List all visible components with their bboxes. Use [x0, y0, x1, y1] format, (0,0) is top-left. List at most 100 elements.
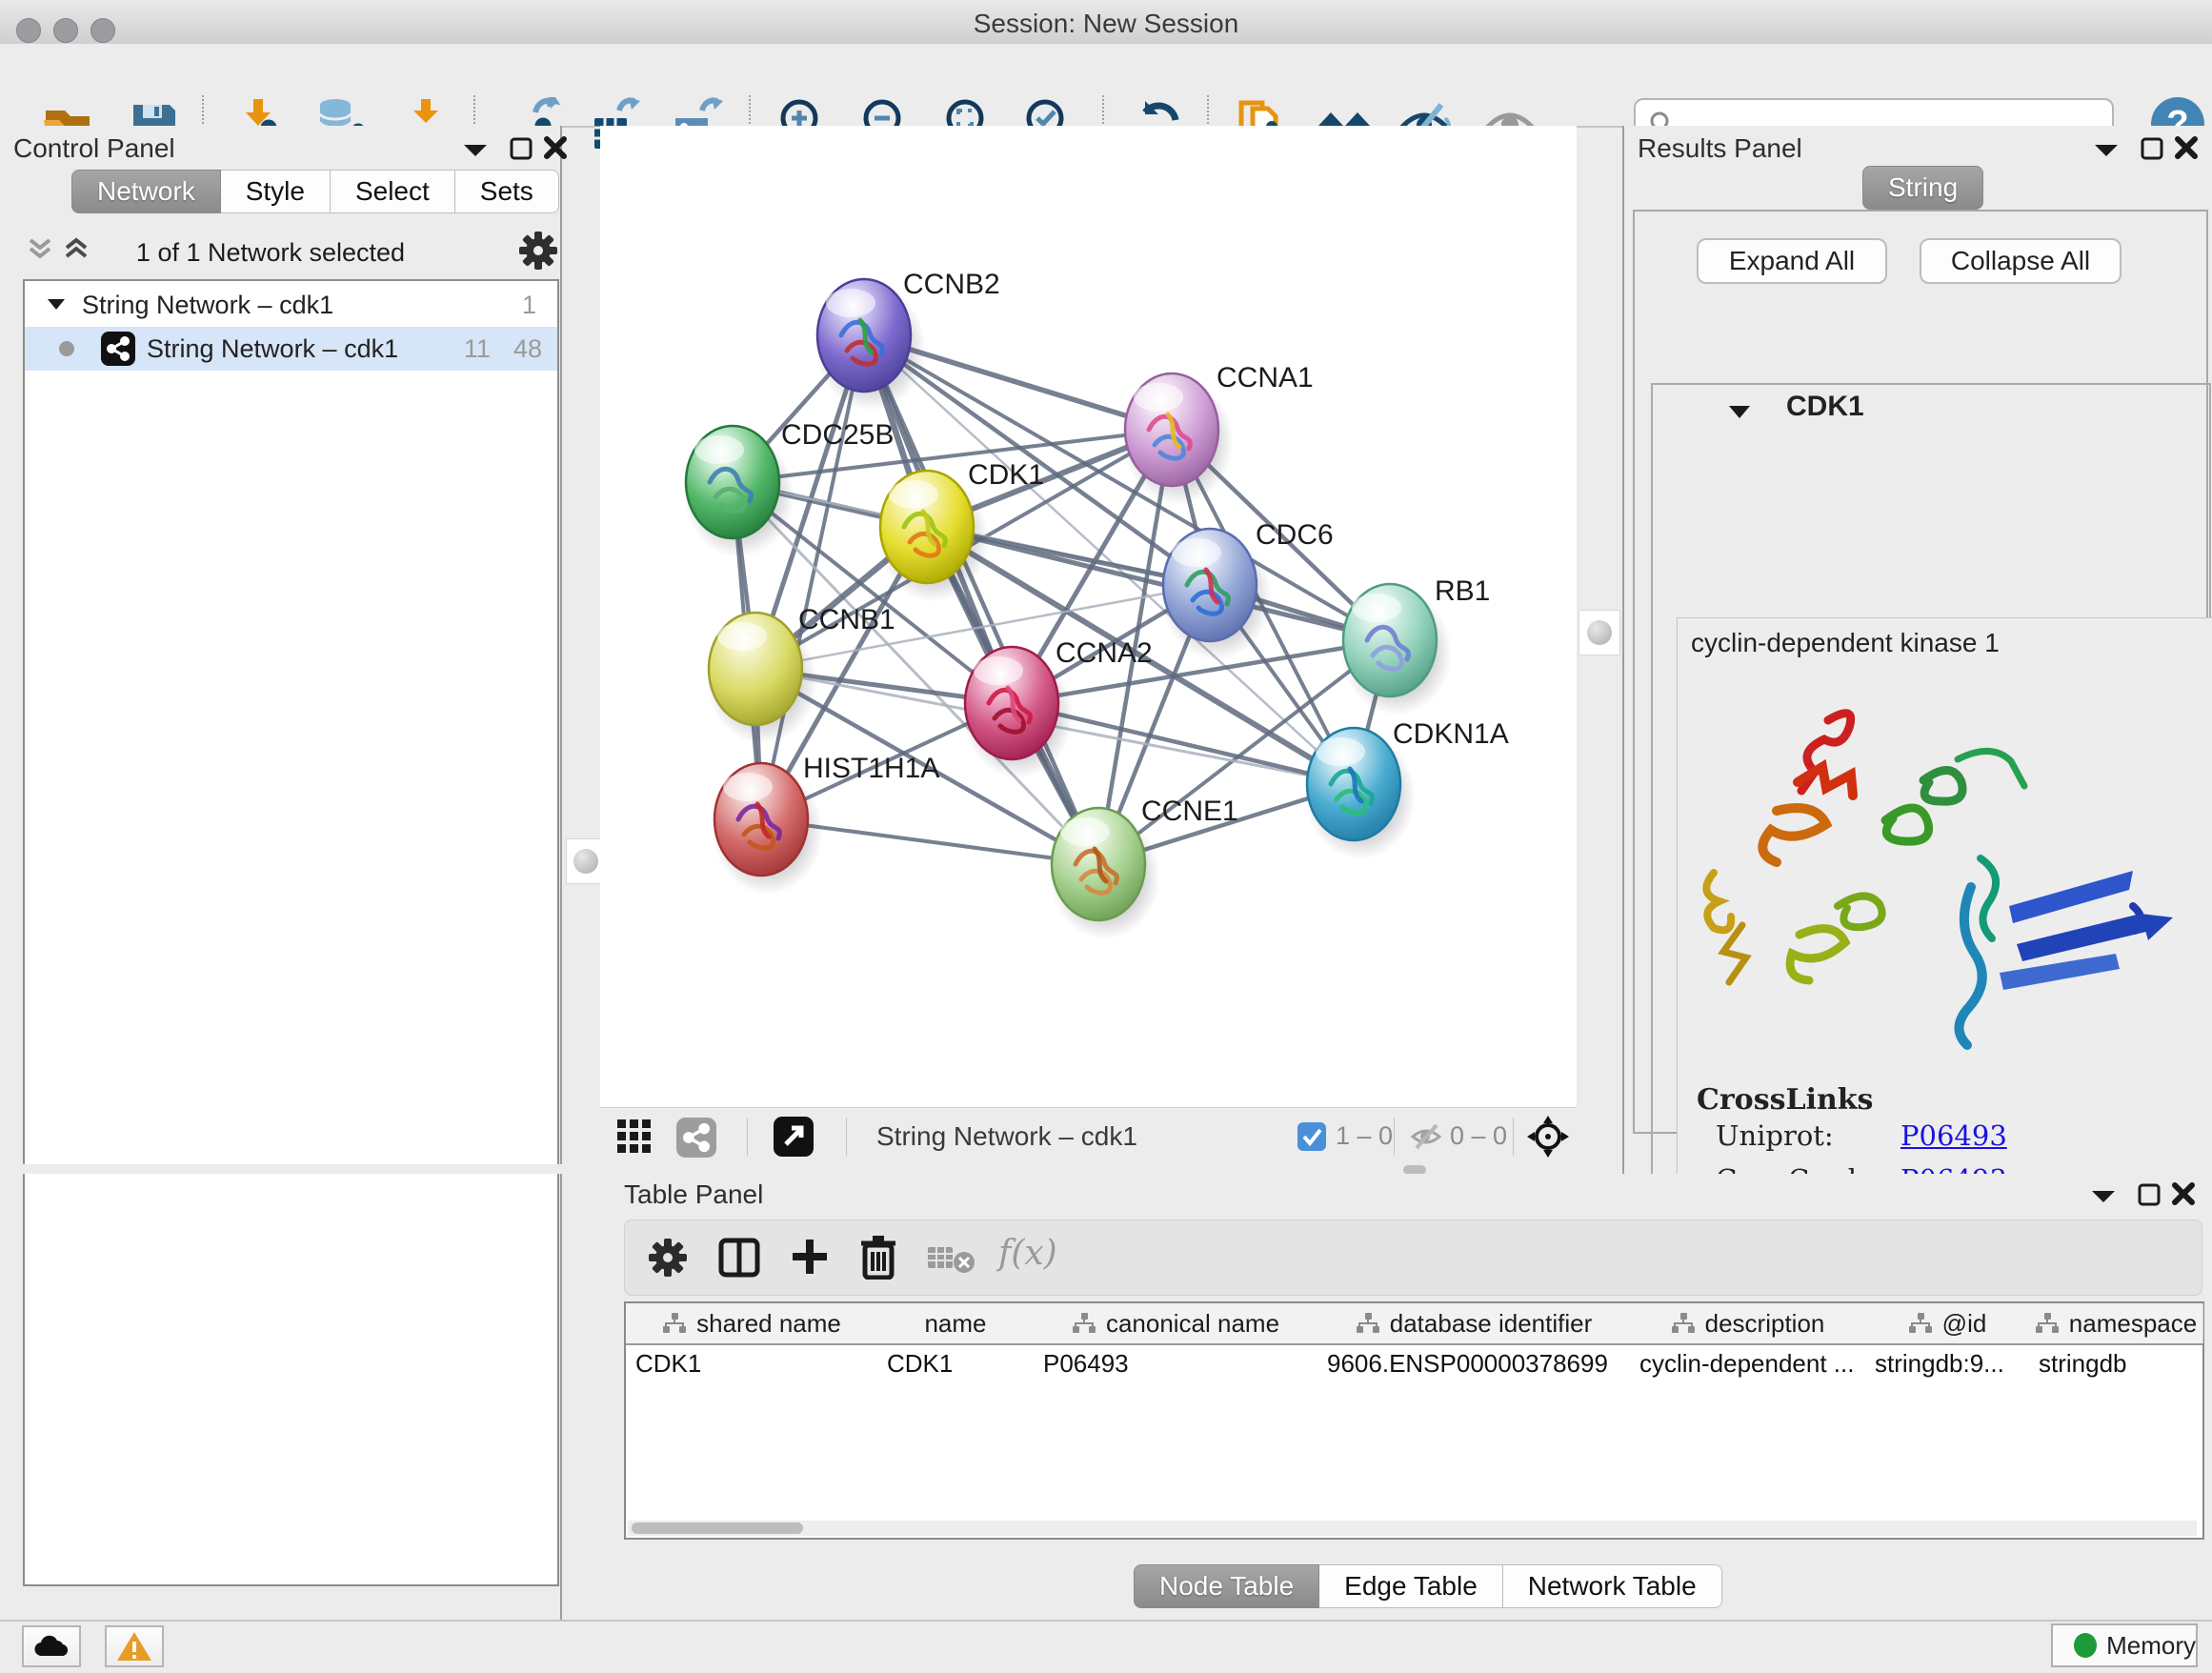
table-cell[interactable]: stringdb [2029, 1343, 2202, 1383]
network-options-gear-icon[interactable] [518, 231, 558, 271]
crosslinks-title: CrossLinks [1697, 1083, 1873, 1117]
network-label: String Network – cdk1 [147, 334, 398, 364]
title-bar: Session: New Session [0, 0, 2212, 45]
control-panel: Control Panel NetworkStyleSelectSets 1 o… [0, 126, 562, 1620]
node-CCNB2[interactable] [817, 279, 911, 392]
node-count: 11 [464, 334, 491, 364]
column-header-shared-name[interactable]: shared name [626, 1303, 878, 1343]
float-panel-icon[interactable] [2139, 135, 2165, 162]
tab-node-table[interactable]: Node Table [1134, 1564, 1319, 1608]
delete-table-icon[interactable] [928, 1243, 975, 1274]
node-label-CCNB2: CCNB2 [903, 269, 1000, 300]
tab-style[interactable]: Style [221, 170, 331, 213]
network-collection-row[interactable]: String Network – cdk1 1 [25, 283, 557, 327]
tab-select[interactable]: Select [331, 170, 455, 213]
panel-menu-icon[interactable] [2090, 1187, 2117, 1206]
table-cell[interactable]: 9606.ENSP00000378699 [1317, 1343, 1630, 1383]
automation-cloud-button[interactable] [22, 1625, 81, 1667]
gene-description: cyclin-dependent kinase 1 [1691, 628, 2000, 658]
control-panel-title: Control Panel [13, 133, 175, 164]
close-panel-icon[interactable] [2174, 135, 2199, 160]
fit-selected-crosshair-icon[interactable] [1526, 1115, 1570, 1159]
section-collapse-icon[interactable] [1727, 404, 1752, 421]
window-title: Session: New Session [0, 9, 2212, 39]
function-builder-icon[interactable]: f(x) [998, 1234, 1057, 1273]
tab-edge-table[interactable]: Edge Table [1319, 1564, 1503, 1608]
results-panel: Results Panel String Expand All Collapse… [1622, 126, 2212, 1174]
node-table[interactable]: shared namenamecanonical namedatabase id… [624, 1301, 2204, 1540]
warnings-button[interactable] [105, 1625, 164, 1667]
node-CDKN1A[interactable] [1307, 728, 1400, 840]
table-cell[interactable]: CDK1 [626, 1343, 877, 1383]
horizontal-scrollbar[interactable] [628, 1521, 2197, 1536]
node-CCNA1[interactable] [1125, 373, 1218, 486]
node-label-HIST1H1A: HIST1H1A [803, 753, 939, 784]
node-label-RB1: RB1 [1435, 575, 1490, 607]
left-splitter[interactable] [560, 126, 600, 1620]
column-header-namespace[interactable]: namespace [2029, 1303, 2203, 1343]
column-header-name[interactable]: name [877, 1303, 1035, 1343]
protein-structure-image [1685, 668, 2212, 1076]
right-splitter[interactable] [1577, 126, 1622, 1164]
node-label-CDKN1A: CDKN1A [1393, 718, 1509, 750]
table-tabs: Node TableEdge TableNetwork Table [1134, 1564, 1722, 1608]
main-toolbar: ? [0, 44, 2212, 128]
delete-column-icon[interactable] [859, 1234, 897, 1280]
scrollbar-thumb[interactable] [632, 1522, 803, 1534]
table-cell[interactable]: P06493 [1034, 1343, 1317, 1383]
node-CCNE1[interactable] [1052, 808, 1145, 920]
close-panel-icon[interactable] [2171, 1181, 2196, 1206]
column-header-@id[interactable]: @id [1865, 1303, 2030, 1343]
node-CDC25B[interactable] [686, 426, 779, 538]
collapse-all-button[interactable]: Collapse All [1920, 238, 2122, 284]
table-cell[interactable]: CDK1 [877, 1343, 1034, 1383]
edge-count: 48 [513, 334, 542, 364]
node-HIST1H1A[interactable] [714, 763, 808, 876]
tab-network[interactable]: Network [71, 170, 221, 213]
create-column-icon[interactable] [789, 1236, 831, 1278]
node-CCNA2[interactable] [965, 647, 1058, 759]
column-header-description[interactable]: description [1630, 1303, 1866, 1343]
panel-menu-icon[interactable] [462, 141, 489, 160]
node-CDC6[interactable] [1163, 529, 1257, 641]
column-header-canonical-name[interactable]: canonical name [1034, 1303, 1318, 1343]
string-network-icon [101, 332, 135, 366]
float-panel-icon[interactable] [508, 135, 534, 162]
network-canvas[interactable]: CCNB2CCNA1CDC25BCDK1CDC6RB1CCNB1CCNA2CDK… [600, 126, 1577, 1107]
selected-counts: 1 – 0 [1336, 1121, 1393, 1151]
network-view-icon[interactable] [676, 1118, 716, 1158]
node-RB1[interactable] [1343, 584, 1437, 696]
collapse-arrow-icon[interactable] [46, 297, 67, 312]
crosslink-label: Uniprot: [1716, 1119, 1834, 1152]
birds-eye-view-icon[interactable] [774, 1117, 814, 1157]
table-panel: Table Panel f(x) shared namenamecanonica… [617, 1174, 2212, 1615]
table-cell[interactable]: cyclin-dependent ... [1630, 1343, 1865, 1383]
results-panel-tabs: String [1862, 166, 1983, 210]
edge-CCNB2-HIST1H1A[interactable] [761, 335, 864, 819]
node-CCNB1[interactable] [709, 613, 802, 725]
table-cell[interactable]: stringdb:9... [1865, 1343, 2029, 1383]
expand-all-button[interactable]: Expand All [1697, 238, 1887, 284]
tab-string[interactable]: String [1862, 166, 1983, 210]
selected-checkbox-icon[interactable] [1297, 1122, 1326, 1151]
results-panel-title: Results Panel [1638, 133, 1802, 164]
show-columns-icon[interactable] [718, 1238, 760, 1278]
warning-icon [116, 1630, 152, 1663]
float-panel-icon[interactable] [2136, 1181, 2162, 1208]
memory-button[interactable]: Memory [2051, 1623, 2198, 1667]
grid-view-icon[interactable] [617, 1119, 654, 1156]
column-header-database-identifier[interactable]: database identifier [1317, 1303, 1631, 1343]
tab-sets[interactable]: Sets [455, 170, 559, 213]
string-network-graph[interactable]: CCNB2CCNA1CDC25BCDK1CDC6RB1CCNB1CCNA2CDK… [600, 126, 1577, 1107]
crosslink-link[interactable]: P06493 [1900, 1119, 2007, 1152]
network-row-selected[interactable]: String Network – cdk1 11 48 [25, 327, 557, 371]
node-label-CCNB1: CCNB1 [798, 604, 895, 635]
node-label-CDK1: CDK1 [968, 459, 1044, 491]
memory-label: Memory [2106, 1631, 2196, 1661]
tab-network-table[interactable]: Network Table [1503, 1564, 1722, 1608]
edge-CCNB2-CCNE1[interactable] [864, 335, 1098, 864]
node-CDK1[interactable] [880, 471, 974, 583]
node-label-CCNE1: CCNE1 [1141, 796, 1238, 827]
table-options-gear-icon[interactable] [648, 1238, 688, 1278]
panel-menu-icon[interactable] [2093, 141, 2120, 160]
